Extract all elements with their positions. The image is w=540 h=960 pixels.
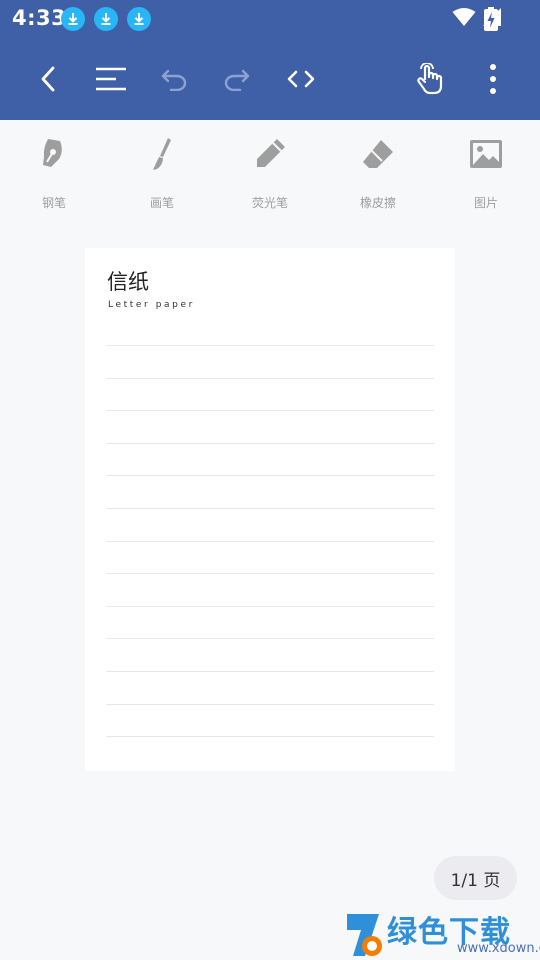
ruled-line <box>106 573 434 574</box>
ruled-line <box>106 378 434 379</box>
back-button[interactable] <box>29 59 69 99</box>
chevron-left-icon <box>41 66 55 92</box>
touch-hand-icon <box>417 63 443 95</box>
tool-label: 图片 <box>473 196 498 210</box>
undo-button[interactable] <box>154 59 194 99</box>
image-icon <box>470 140 502 168</box>
ruled-line <box>106 704 434 705</box>
more-options-button[interactable] <box>473 59 513 99</box>
tool-brush[interactable]: 画笔 <box>108 120 216 220</box>
undo-icon <box>161 69 187 91</box>
paper-subtitle: Letter paper <box>108 300 195 310</box>
letter-paper-canvas[interactable]: 信纸 Letter paper <box>85 248 455 771</box>
download-icon <box>61 7 85 31</box>
highlighter-icon <box>257 139 285 167</box>
status-time: 4:33 <box>12 6 67 30</box>
eraser-icon <box>363 140 393 168</box>
drawing-tools: 钢笔 画笔 荧光笔 橡皮擦 图片 <box>0 120 540 220</box>
menu-button[interactable] <box>91 59 131 99</box>
ruled-line <box>106 345 434 346</box>
code-button[interactable] <box>281 59 321 99</box>
ruled-line <box>106 736 434 737</box>
ruled-line <box>106 671 434 672</box>
redo-icon <box>224 69 250 91</box>
download-icon <box>127 7 151 31</box>
ruled-line <box>106 443 434 444</box>
tool-label: 画笔 <box>149 196 174 210</box>
tool-eraser[interactable]: 橡皮擦 <box>324 120 432 220</box>
wifi-icon <box>452 8 476 26</box>
paper-title: 信纸 <box>107 270 149 294</box>
top-toolbar <box>0 38 540 120</box>
tool-label: 钢笔 <box>41 196 66 210</box>
download-icon <box>94 7 118 31</box>
ruled-line <box>106 410 434 411</box>
ruled-line <box>106 541 434 542</box>
status-bar: 4:33 <box>0 0 540 38</box>
ruled-line <box>106 475 434 476</box>
tool-highlighter[interactable]: 荧光笔 <box>216 120 324 220</box>
ruled-line <box>106 638 434 639</box>
pen-nib-icon <box>43 139 62 167</box>
watermark-url: www.xdown.com <box>457 941 540 956</box>
tool-pen[interactable]: 钢笔 <box>0 120 108 220</box>
redo-button[interactable] <box>217 59 257 99</box>
tool-label: 橡皮擦 <box>359 196 396 210</box>
battery-icon <box>484 7 498 31</box>
watermark: 绿色下载站 www.xdown.com <box>345 905 540 960</box>
ruled-line <box>106 606 434 607</box>
ruled-line <box>106 508 434 509</box>
watermark-logo-icon <box>347 914 382 956</box>
touch-mode-button[interactable] <box>410 59 450 99</box>
more-vertical-icon <box>490 64 496 94</box>
code-icon <box>287 70 315 88</box>
tool-image[interactable]: 图片 <box>432 120 540 220</box>
brush-icon <box>153 138 171 170</box>
page-indicator[interactable]: 1/1 页 <box>434 856 517 900</box>
tool-label: 荧光笔 <box>251 196 288 210</box>
menu-lines-icon <box>96 67 126 91</box>
